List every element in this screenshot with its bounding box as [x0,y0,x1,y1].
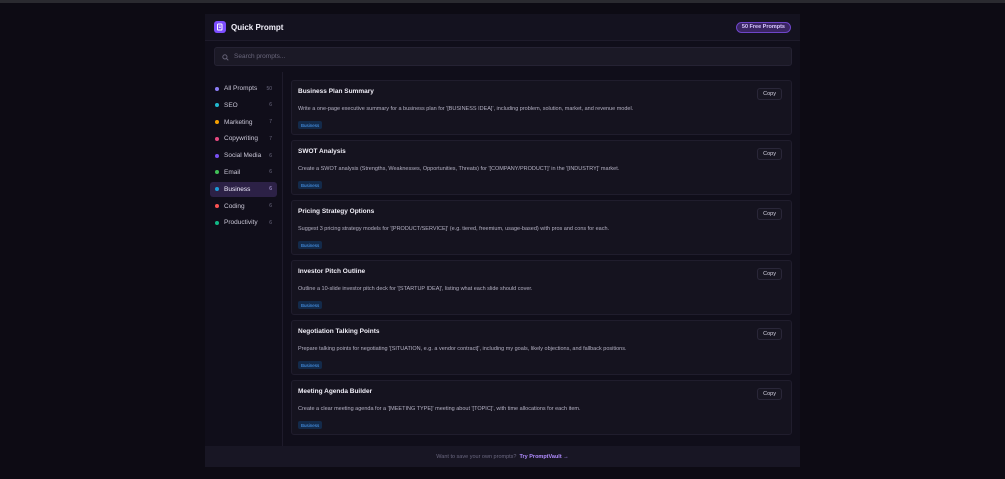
category-dot-icon [215,187,219,192]
prompt-card: Business Plan Summary Write a one-page ex… [291,80,792,135]
sidebar-item-label: SEO [224,101,238,109]
search-icon [222,48,234,66]
prompt-title: Pricing Strategy Options [298,208,375,215]
prompt-card: Negotiation Talking Points Prepare talkin… [291,320,792,375]
sidebar-item-count: 6 [269,169,272,176]
sidebar-item-label: All Prompts [224,85,258,92]
sidebar-item-count: 6 [269,102,272,109]
prompt-title: Investor Pitch Outline [298,268,366,275]
copy-button[interactable]: Copy [757,268,782,280]
copy-button[interactable]: Copy [757,88,782,100]
category-dot-icon [215,136,219,141]
sidebar-item-label: Coding [224,202,245,210]
sidebar-item-count: 7 [269,119,272,126]
prompt-title: Negotiation Talking Points [298,328,380,335]
category-tag: Business [298,121,323,129]
prompt-title: Business Plan Summary [298,88,374,95]
sidebar-item-label: Copywriting [224,135,258,143]
sidebar-item-label: Marketing [224,118,253,126]
category-dot-icon [215,120,219,125]
sidebar-item-count: 6 [269,219,272,226]
sidebar-item-label: Productivity [224,219,258,227]
sidebar-item-seo[interactable]: SEO 6 [210,98,277,113]
category-tag: Business [298,241,323,249]
prompt-list: Business Plan Summary Write a one-page ex… [291,80,792,440]
prompt-text: Prepare talking points for negotiating '… [298,346,627,352]
category-sidebar: All Prompts 50 SEO 6 Marketing 7 Copywriting 7 S… [205,72,283,446]
sidebar-item-count: 6 [269,152,272,159]
category-tag: Business [298,361,323,369]
app-title: Quick Prompt [231,22,284,32]
category-tag: Business [298,181,323,189]
footer: Want to save your own prompts? Try Promp… [205,446,800,467]
try-promptvault-link[interactable]: Try PromptVault → [519,454,568,460]
sidebar-item-social-media[interactable]: Social Media 6 [210,148,277,163]
copy-button[interactable]: Copy [757,148,782,160]
category-dot-icon [215,86,219,91]
category-tag: Business [298,421,323,429]
category-dot-icon [215,204,219,209]
prompt-card: Investor Pitch Outline Outline a 10-slide… [291,260,792,315]
sidebar-item-coding[interactable]: Coding 6 [210,199,277,214]
prompt-text: Create a SWOT analysis (Strengths, Weakn… [298,166,620,172]
category-tag: Business [298,301,323,309]
app-header: Quick Prompt 50 Free Prompts [205,14,800,41]
prompt-card: Pricing Strategy Options Suggest 3 pricin… [291,200,792,255]
sidebar-item-count: 6 [269,186,272,193]
sidebar-item-copywriting[interactable]: Copywriting 7 [210,131,277,146]
prompt-text: Outline a 10-slide investor pitch deck f… [298,286,533,292]
search-bar[interactable] [214,47,792,66]
prompt-text: Write a one-page executive summary for a… [298,106,634,112]
sidebar-item-all-prompts[interactable]: All Prompts 50 [210,81,277,96]
free-prompts-badge: 50 Free Prompts [735,21,791,33]
window-top-bar [0,0,1005,3]
search-input[interactable] [234,53,774,60]
sidebar-item-label: Business [224,185,251,193]
sidebar-item-label: Email [224,168,241,176]
prompt-title: SWOT Analysis [298,148,346,155]
sidebar-item-email[interactable]: Email 6 [210,165,277,180]
copy-button[interactable]: Copy [757,328,782,340]
app-panel: Quick Prompt 50 Free Prompts All Prompts… [205,14,800,467]
sidebar-item-count: 50 [266,85,272,92]
sidebar-item-count: 6 [269,203,272,210]
category-dot-icon [215,103,219,108]
prompt-text: Suggest 3 pricing strategy models for '[… [298,226,610,232]
copy-button[interactable]: Copy [757,388,782,400]
prompt-title: Meeting Agenda Builder [298,388,373,395]
sidebar-item-productivity[interactable]: Productivity 6 [210,215,277,230]
sidebar-item-label: Social Media [224,152,262,160]
prompt-card: Meeting Agenda Builder Create a clear mee… [291,380,792,435]
prompt-text: Create a clear meeting agenda for a '[ME… [298,406,581,412]
copy-button[interactable]: Copy [757,208,782,220]
category-dot-icon [215,170,219,175]
sidebar-item-marketing[interactable]: Marketing 7 [210,115,277,130]
sidebar-item-count: 7 [269,135,272,142]
footer-text: Want to save your own prompts? [436,453,517,460]
category-dot-icon [215,220,219,225]
prompt-card: SWOT Analysis Create a SWOT analysis (Str… [291,140,792,195]
sidebar-item-business[interactable]: Business 6 [210,181,277,197]
document-icon [214,21,226,33]
category-dot-icon [215,153,219,158]
